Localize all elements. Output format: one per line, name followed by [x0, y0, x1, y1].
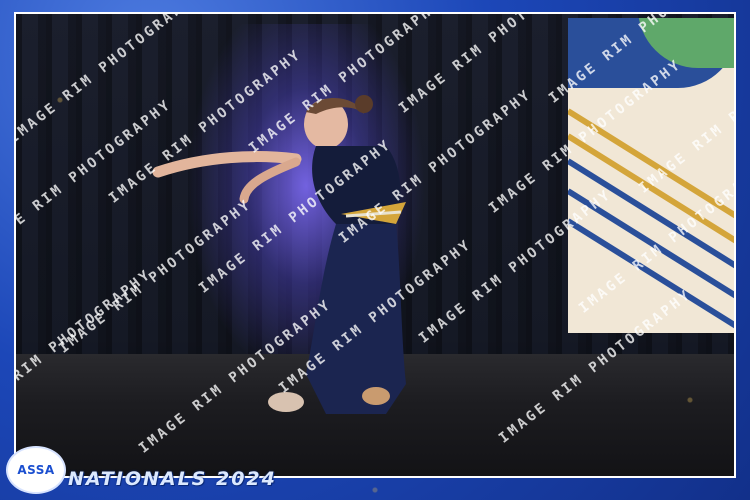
stage-photo: IMAGE RIM PHOTOGRAPHY IMAGE RIM PHOTOGRA… — [14, 12, 736, 478]
event-banner — [568, 18, 734, 333]
event-title: NATIONALS 2024 — [68, 468, 277, 490]
event-logo: ASSA — [6, 446, 66, 494]
dancer-figure — [152, 95, 406, 414]
photo-frame: IMAGE RIM PHOTOGRAPHY IMAGE RIM PHOTOGRA… — [0, 0, 750, 500]
logo-text: ASSA — [17, 463, 55, 477]
